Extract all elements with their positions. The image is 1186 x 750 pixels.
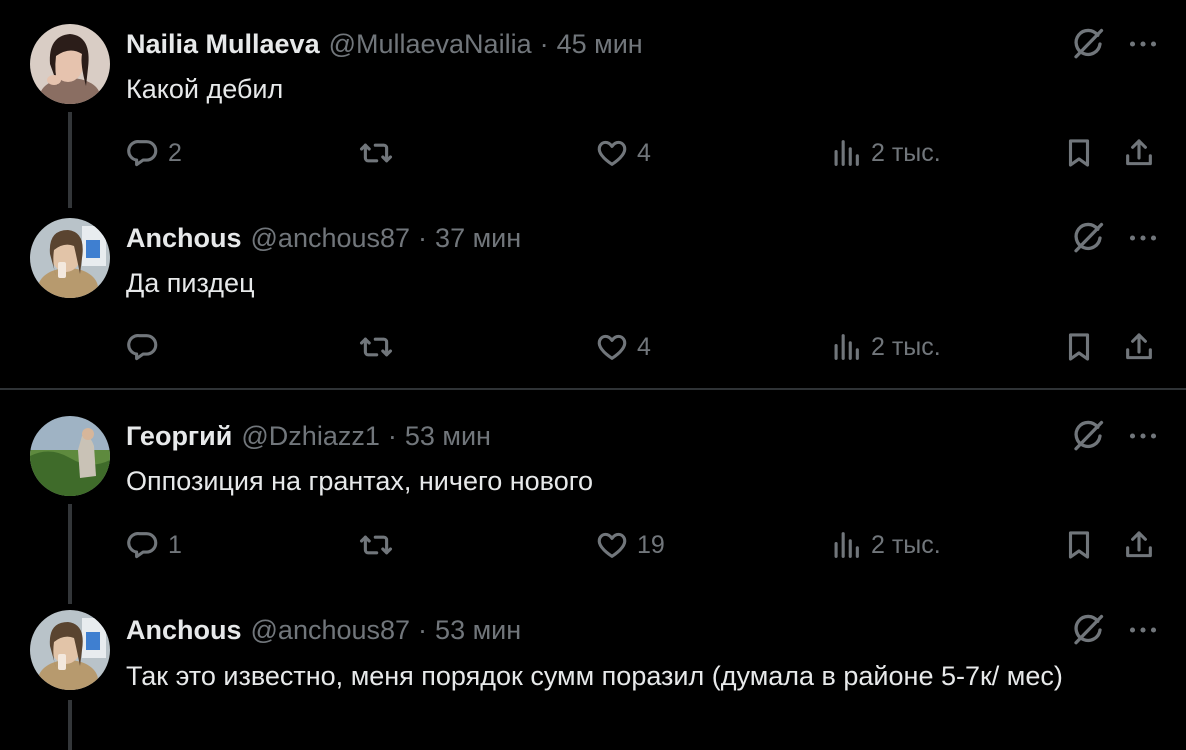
views-icon <box>829 528 863 562</box>
author-name[interactable]: Anchous <box>126 223 242 254</box>
views-button[interactable]: 2 тыс. <box>829 133 941 173</box>
separator: · <box>418 614 428 645</box>
author-name[interactable]: Nailia Mullaeva <box>126 29 320 60</box>
views-count: 2 тыс. <box>871 138 941 167</box>
more-icon[interactable] <box>1125 612 1161 648</box>
tweet-1[interactable]: Nailia Mullaeva @MullaevaNailia · 45 мин… <box>0 0 1186 208</box>
separator: · <box>418 222 428 253</box>
action-bar: 2 4 2 тыс. <box>126 133 1166 173</box>
thread-line <box>68 112 72 208</box>
more-icon[interactable] <box>1125 418 1161 454</box>
views-icon <box>829 330 863 364</box>
bookmark-button[interactable] <box>1062 525 1096 565</box>
grok-icon[interactable] <box>1070 220 1106 256</box>
grok-icon[interactable] <box>1070 612 1106 648</box>
timestamp[interactable]: 37 мин <box>435 223 521 254</box>
timestamp[interactable]: 53 мин <box>435 615 521 646</box>
share-button[interactable] <box>1122 525 1156 565</box>
author-name[interactable]: Anchous <box>126 615 242 646</box>
reply-icon <box>126 528 160 562</box>
views-count: 2 тыс. <box>871 530 941 559</box>
separator: · <box>387 420 397 451</box>
avatar[interactable] <box>30 416 110 496</box>
share-button[interactable] <box>1122 133 1156 173</box>
share-icon <box>1122 136 1156 170</box>
reply-count: 1 <box>168 530 182 559</box>
bookmark-icon <box>1062 330 1096 364</box>
share-button[interactable] <box>1122 327 1156 367</box>
repost-button[interactable] <box>359 133 401 173</box>
bookmark-icon <box>1062 136 1096 170</box>
author-handle[interactable]: @Dzhiazz1 <box>241 421 379 452</box>
action-bar: 4 2 тыс. <box>126 327 1166 367</box>
tweet-3[interactable]: Георгий @Dzhiazz1 · 53 мин Оппозиция на … <box>0 390 1186 604</box>
like-button[interactable]: 4 <box>595 327 651 367</box>
avatar[interactable] <box>30 610 110 690</box>
like-count: 19 <box>637 530 665 559</box>
tweet-2[interactable]: Anchous @anchous87 · 37 мин Да пиздец 4 … <box>0 200 1186 388</box>
tweet-header: Георгий @Dzhiazz1 · 53 мин <box>126 416 491 456</box>
timestamp[interactable]: 45 мин <box>557 29 643 60</box>
tweet-text: Так это известно, меня порядок сумм пора… <box>126 661 1063 691</box>
like-count: 4 <box>637 138 651 167</box>
repost-icon <box>359 136 393 170</box>
author-name[interactable]: Георгий <box>126 421 232 452</box>
action-bar: 1 19 2 тыс. <box>126 525 1166 565</box>
bookmark-button[interactable] <box>1062 133 1096 173</box>
avatar[interactable] <box>30 24 110 104</box>
reply-button[interactable] <box>126 327 168 367</box>
thread-line <box>68 700 72 750</box>
heart-icon <box>595 136 629 170</box>
reply-icon <box>126 330 160 364</box>
repost-button[interactable] <box>359 525 401 565</box>
tweet-4[interactable]: Anchous @anchous87 · 53 мин Так это изве… <box>0 594 1186 750</box>
tweet-text: Какой дебил <box>126 74 284 104</box>
tweet-header: Anchous @anchous87 · 53 мин <box>126 610 521 650</box>
grok-icon[interactable] <box>1070 26 1106 62</box>
timestamp[interactable]: 53 мин <box>405 421 491 452</box>
views-button[interactable]: 2 тыс. <box>829 525 941 565</box>
bookmark-icon <box>1062 528 1096 562</box>
repost-icon <box>359 528 393 562</box>
share-icon <box>1122 528 1156 562</box>
reply-button[interactable]: 1 <box>126 525 182 565</box>
tweet-header: Anchous @anchous87 · 37 мин <box>126 218 521 258</box>
separator: · <box>539 28 549 59</box>
repost-icon <box>359 330 393 364</box>
reply-button[interactable]: 2 <box>126 133 182 173</box>
heart-icon <box>595 528 629 562</box>
like-button[interactable]: 4 <box>595 133 651 173</box>
like-button[interactable]: 19 <box>595 525 665 565</box>
views-count: 2 тыс. <box>871 332 941 361</box>
heart-icon <box>595 330 629 364</box>
views-icon <box>829 136 863 170</box>
views-button[interactable]: 2 тыс. <box>829 327 941 367</box>
share-icon <box>1122 330 1156 364</box>
bookmark-button[interactable] <box>1062 327 1096 367</box>
more-icon[interactable] <box>1125 220 1161 256</box>
tweet-text: Оппозиция на грантах, ничего нового <box>126 466 593 496</box>
grok-icon[interactable] <box>1070 418 1106 454</box>
reply-icon <box>126 136 160 170</box>
more-icon[interactable] <box>1125 26 1161 62</box>
tweet-text: Да пиздец <box>126 268 255 298</box>
author-handle[interactable]: @anchous87 <box>251 615 411 646</box>
tweet-header: Nailia Mullaeva @MullaevaNailia · 45 мин <box>126 24 643 64</box>
reply-count: 2 <box>168 138 182 167</box>
repost-button[interactable] <box>359 327 401 367</box>
avatar[interactable] <box>30 218 110 298</box>
author-handle[interactable]: @MullaevaNailia <box>329 29 532 60</box>
thread-line <box>68 504 72 604</box>
like-count: 4 <box>637 332 651 361</box>
author-handle[interactable]: @anchous87 <box>251 223 411 254</box>
